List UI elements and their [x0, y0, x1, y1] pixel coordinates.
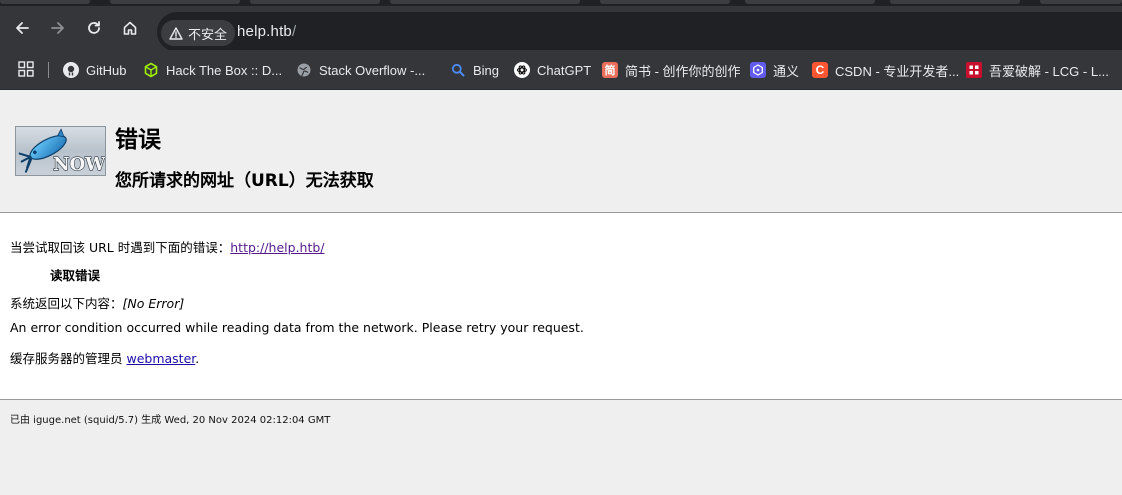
browser-toolbar: 不安全 help.htb/	[0, 6, 1122, 52]
attempt-line: 当尝试取回该 URL 时遇到下面的错误：http://help.htb/	[10, 237, 325, 256]
52pojie-icon	[966, 62, 982, 78]
tab[interactable]	[1040, 0, 1122, 4]
attempt-prefix: 当尝试取回该 URL 时遇到下面的错误：	[10, 240, 231, 255]
error-title: 错误	[115, 127, 161, 153]
bookmark-bing[interactable]: Bing	[450, 59, 499, 81]
home-button[interactable]	[118, 16, 142, 40]
security-indicator[interactable]: 不安全	[161, 20, 236, 46]
bookmark-label: 简书 - 创作你的创作	[625, 63, 741, 79]
system-prefix: 系统返回以下内容：	[10, 296, 123, 311]
arrow-left-icon	[16, 22, 29, 34]
tab[interactable]	[390, 0, 580, 4]
bookmark-label: CSDN - 专业开发者...	[835, 63, 960, 79]
bookmark-chatgpt[interactable]: ChatGPT	[514, 59, 591, 81]
bookmark-hackthebox[interactable]: Hack The Box :: D...	[143, 59, 282, 81]
svg-text:NOW: NOW	[53, 154, 106, 175]
url-path: /	[291, 23, 297, 40]
bookmark-label: 通义	[773, 63, 800, 79]
bookmarks-separator	[48, 62, 49, 78]
attempt-url-link[interactable]: http://help.htb/	[230, 240, 324, 255]
warning-triangle-icon	[169, 26, 183, 40]
url-text[interactable]: help.htb/	[237, 23, 296, 40]
bookmark-csdn[interactable]: C CSDN - 专业开发者...	[812, 59, 959, 81]
arrow-right-icon	[51, 22, 64, 34]
error-description: An error condition occurred while readin…	[10, 320, 584, 335]
tab[interactable]	[0, 0, 90, 4]
tab[interactable]	[890, 0, 1020, 4]
tab[interactable]	[745, 0, 875, 4]
tongyi-icon	[750, 62, 766, 78]
bookmark-label: Stack Overflow -...	[319, 62, 426, 78]
bookmark-label: Hack The Box :: D...	[166, 62, 283, 78]
error-header: NOW 错误 您所请求的网址（URL）无法获取	[0, 90, 1122, 213]
bookmark-52pojie[interactable]: 吾爱破解 - LCG - L...	[966, 59, 1109, 81]
security-label: 不安全	[188, 26, 228, 42]
bookmark-stackoverflow[interactable]: Stack Overflow -...	[296, 59, 425, 81]
tab[interactable]	[600, 0, 730, 4]
admin-suffix: .	[195, 351, 200, 366]
admin-line: 缓存服务器的管理员 webmaster.	[10, 348, 199, 367]
bookmark-label: Bing	[473, 62, 500, 78]
chatgpt-icon	[514, 62, 530, 78]
tab[interactable]	[250, 0, 380, 4]
tab[interactable]	[110, 0, 240, 4]
error-name: 读取错误	[50, 268, 101, 283]
bookmark-label: 吾爱破解 - LCG - L...	[989, 63, 1109, 79]
squid-footer: 已由 iguge.net (squid/5.7) 生成 Wed, 20 Nov …	[10, 415, 331, 426]
bookmarks-bar: GitHub Hack The Box :: D... Stack Overfl…	[0, 50, 1122, 90]
address-bar[interactable]	[157, 12, 1122, 52]
system-message: [No Error]	[122, 296, 185, 311]
admin-prefix: 缓存服务器的管理员	[10, 351, 127, 366]
webmaster-link[interactable]: webmaster	[126, 351, 195, 366]
search-icon	[450, 62, 466, 78]
url-host: help.htb	[237, 23, 292, 40]
apps-grid-icon[interactable]	[18, 61, 34, 77]
forward-button[interactable]	[46, 16, 70, 40]
error-body: 当尝试取回该 URL 时遇到下面的错误：http://help.htb/ 读取错…	[0, 213, 1122, 400]
error-subtitle: 您所请求的网址（URL）无法获取	[115, 171, 374, 191]
globe-icon	[296, 62, 312, 78]
squid-logo: NOW	[15, 126, 106, 176]
csdn-icon: C	[812, 62, 828, 78]
github-icon	[63, 62, 79, 78]
back-button[interactable]	[10, 16, 34, 40]
bookmark-jianshu[interactable]: 简 简书 - 创作你的创作	[602, 59, 741, 81]
system-message-line: 系统返回以下内容：[No Error]	[10, 293, 184, 312]
htb-cube-icon	[143, 62, 159, 78]
jianshu-icon: 简	[602, 62, 618, 78]
bookmark-label: ChatGPT	[537, 62, 592, 78]
bookmark-label: GitHub	[86, 62, 127, 78]
reload-icon	[88, 21, 100, 34]
reload-button[interactable]	[82, 16, 106, 40]
bookmark-github[interactable]: GitHub	[63, 59, 126, 81]
bookmark-tongyi[interactable]: 通义	[750, 59, 799, 81]
home-icon	[123, 21, 137, 35]
